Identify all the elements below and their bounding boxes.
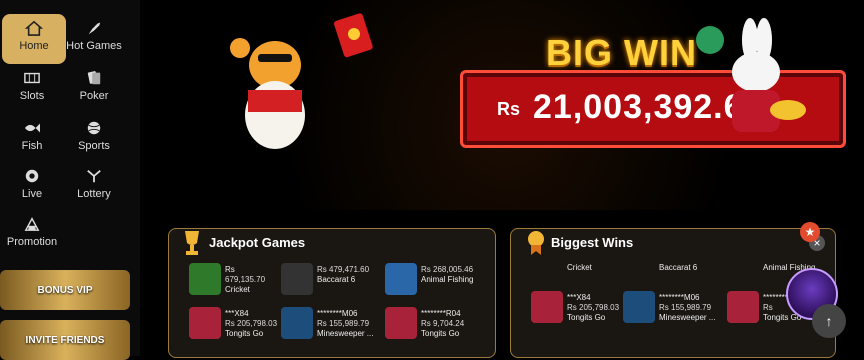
big-win-currency: Rs: [497, 99, 521, 119]
lottery-icon: [87, 169, 101, 183]
list-item[interactable]: Rs 479,471.60 Baccarat 6: [281, 263, 381, 299]
rabbit-mascot-icon: [696, 18, 806, 132]
promotion-icon: [24, 217, 40, 231]
game-thumbnail: [385, 263, 417, 295]
game-thumbnail: [727, 291, 759, 323]
item-amount: Rs 9,704.24: [421, 319, 465, 328]
item-game: Minesweeper ...: [659, 313, 716, 322]
biggest-wins-title: Biggest Wins: [551, 235, 634, 250]
bonus-vip-banner[interactable]: BONUS VIP: [0, 270, 130, 310]
game-thumbnail: [281, 263, 313, 295]
sidebar-item-promotion[interactable]: Promotion: [0, 216, 64, 248]
game-thumbnail: [623, 291, 655, 323]
medal-icon: [528, 231, 544, 255]
slot-icon: [24, 72, 40, 84]
sidebar-item-label: Poker: [79, 90, 109, 102]
item-game: Cricket: [567, 263, 592, 272]
sidebar-item-sports[interactable]: Sports: [62, 120, 126, 152]
item-line1: ********M06: [317, 309, 358, 318]
sidebar-item-label: Sports: [78, 140, 110, 152]
item-game: Tongits Go: [225, 329, 264, 338]
sidebar-item-lottery[interactable]: Lottery: [62, 168, 126, 200]
item-game: Cricket: [225, 285, 250, 294]
bonus-vip-label: BONUS VIP: [37, 284, 93, 296]
game-thumbnail: [189, 307, 221, 339]
item-amount: 679,135.70: [225, 275, 266, 284]
jackpot-games-panel: Jackpot Games Rs 679,135.70 Cricket Rs 479…: [168, 228, 496, 358]
sidebar-item-label: Hot Games: [66, 40, 122, 52]
game-thumbnail: [385, 307, 417, 339]
sidebar-item-slots[interactable]: Slots: [0, 70, 64, 102]
jackpot-games-title: Jackpot Games: [209, 235, 306, 250]
sidebar-item-fish[interactable]: Fish: [0, 120, 64, 152]
item-amount: Rs 205,798.03: [567, 303, 620, 312]
item-amount: Rs 205,798.03: [225, 319, 278, 328]
item-line1: ********R04: [421, 309, 461, 318]
invite-friends-label: INVITE FRIENDS: [25, 334, 105, 346]
notification-icon[interactable]: ★: [800, 222, 820, 242]
red-envelope-icon: [334, 13, 373, 58]
invite-friends-banner[interactable]: INVITE FRIENDS: [0, 320, 130, 360]
game-thumbnail: [531, 291, 563, 323]
sidebar-item-live[interactable]: Live: [0, 168, 64, 200]
item-line1: ***X84: [225, 309, 249, 318]
list-item[interactable]: Rs 268,005.46 Animal Fishing: [385, 263, 485, 299]
item-line1: Rs: [225, 265, 235, 274]
item-amount: Rs 479,471.60: [317, 265, 370, 274]
sidebar-item-label: Home: [19, 40, 49, 52]
item-game: Animal Fishing: [421, 275, 474, 284]
ball-icon: [87, 121, 101, 135]
list-item[interactable]: ********M06 Rs 155,989.79 Minesweeper ...: [623, 291, 723, 327]
tiger-mascot-icon: [230, 38, 305, 149]
sidebar-item-label: Lottery: [77, 188, 111, 200]
list-item[interactable]: ***X84 Rs 205,798.03 Tongits Go: [531, 291, 631, 327]
list-item[interactable]: ***X84 Rs 205,798.03 Tongits Go: [189, 307, 289, 343]
list-item[interactable]: ********M06 Rs 155,989.79 Minesweeper ...: [281, 307, 381, 343]
item-amount: Rs 155,989.79: [659, 303, 712, 312]
list-item[interactable]: Rs 679,135.70 Cricket: [189, 263, 289, 299]
home-icon: [25, 20, 43, 36]
item-game: Tongits Go: [421, 329, 460, 338]
live-icon: [25, 169, 39, 183]
sidebar: Home Hot Games Slots Poker Fish Sports L…: [0, 0, 140, 360]
sidebar-item-label: Live: [21, 188, 43, 200]
game-thumbnail: [189, 263, 221, 295]
sidebar-item-hot-games[interactable]: Hot Games: [62, 20, 126, 52]
cards-icon: [87, 71, 101, 85]
item-game: Tongits Go: [567, 313, 606, 322]
item-line1: ***X84: [567, 293, 591, 302]
sidebar-item-home[interactable]: Home: [2, 14, 66, 64]
item-amount: Rs 268,005.46: [421, 265, 474, 274]
scroll-top-button[interactable]: ↑: [812, 304, 846, 338]
item-amount: Rs 155,989.79: [317, 319, 370, 328]
sidebar-item-label: Promotion: [6, 236, 58, 248]
sidebar-item-label: Fish: [21, 140, 43, 152]
item-game: Minesweeper ...: [317, 329, 374, 338]
sidebar-item-label: Slots: [19, 90, 45, 102]
trophy-icon: [185, 231, 199, 255]
item-game: Baccarat 6: [317, 275, 356, 284]
rocket-icon: [88, 22, 101, 35]
list-item[interactable]: ********R04 Rs 9,704.24 Tongits Go: [385, 307, 485, 343]
fish-icon: [24, 123, 40, 133]
item-line1: ********M06: [659, 293, 700, 302]
sidebar-item-poker[interactable]: Poker: [62, 70, 126, 102]
item-game: Baccarat 6: [659, 263, 698, 272]
game-thumbnail: [281, 307, 313, 339]
big-win-banner: BIG WIN Rs 21,003,392.66: [150, 0, 864, 210]
